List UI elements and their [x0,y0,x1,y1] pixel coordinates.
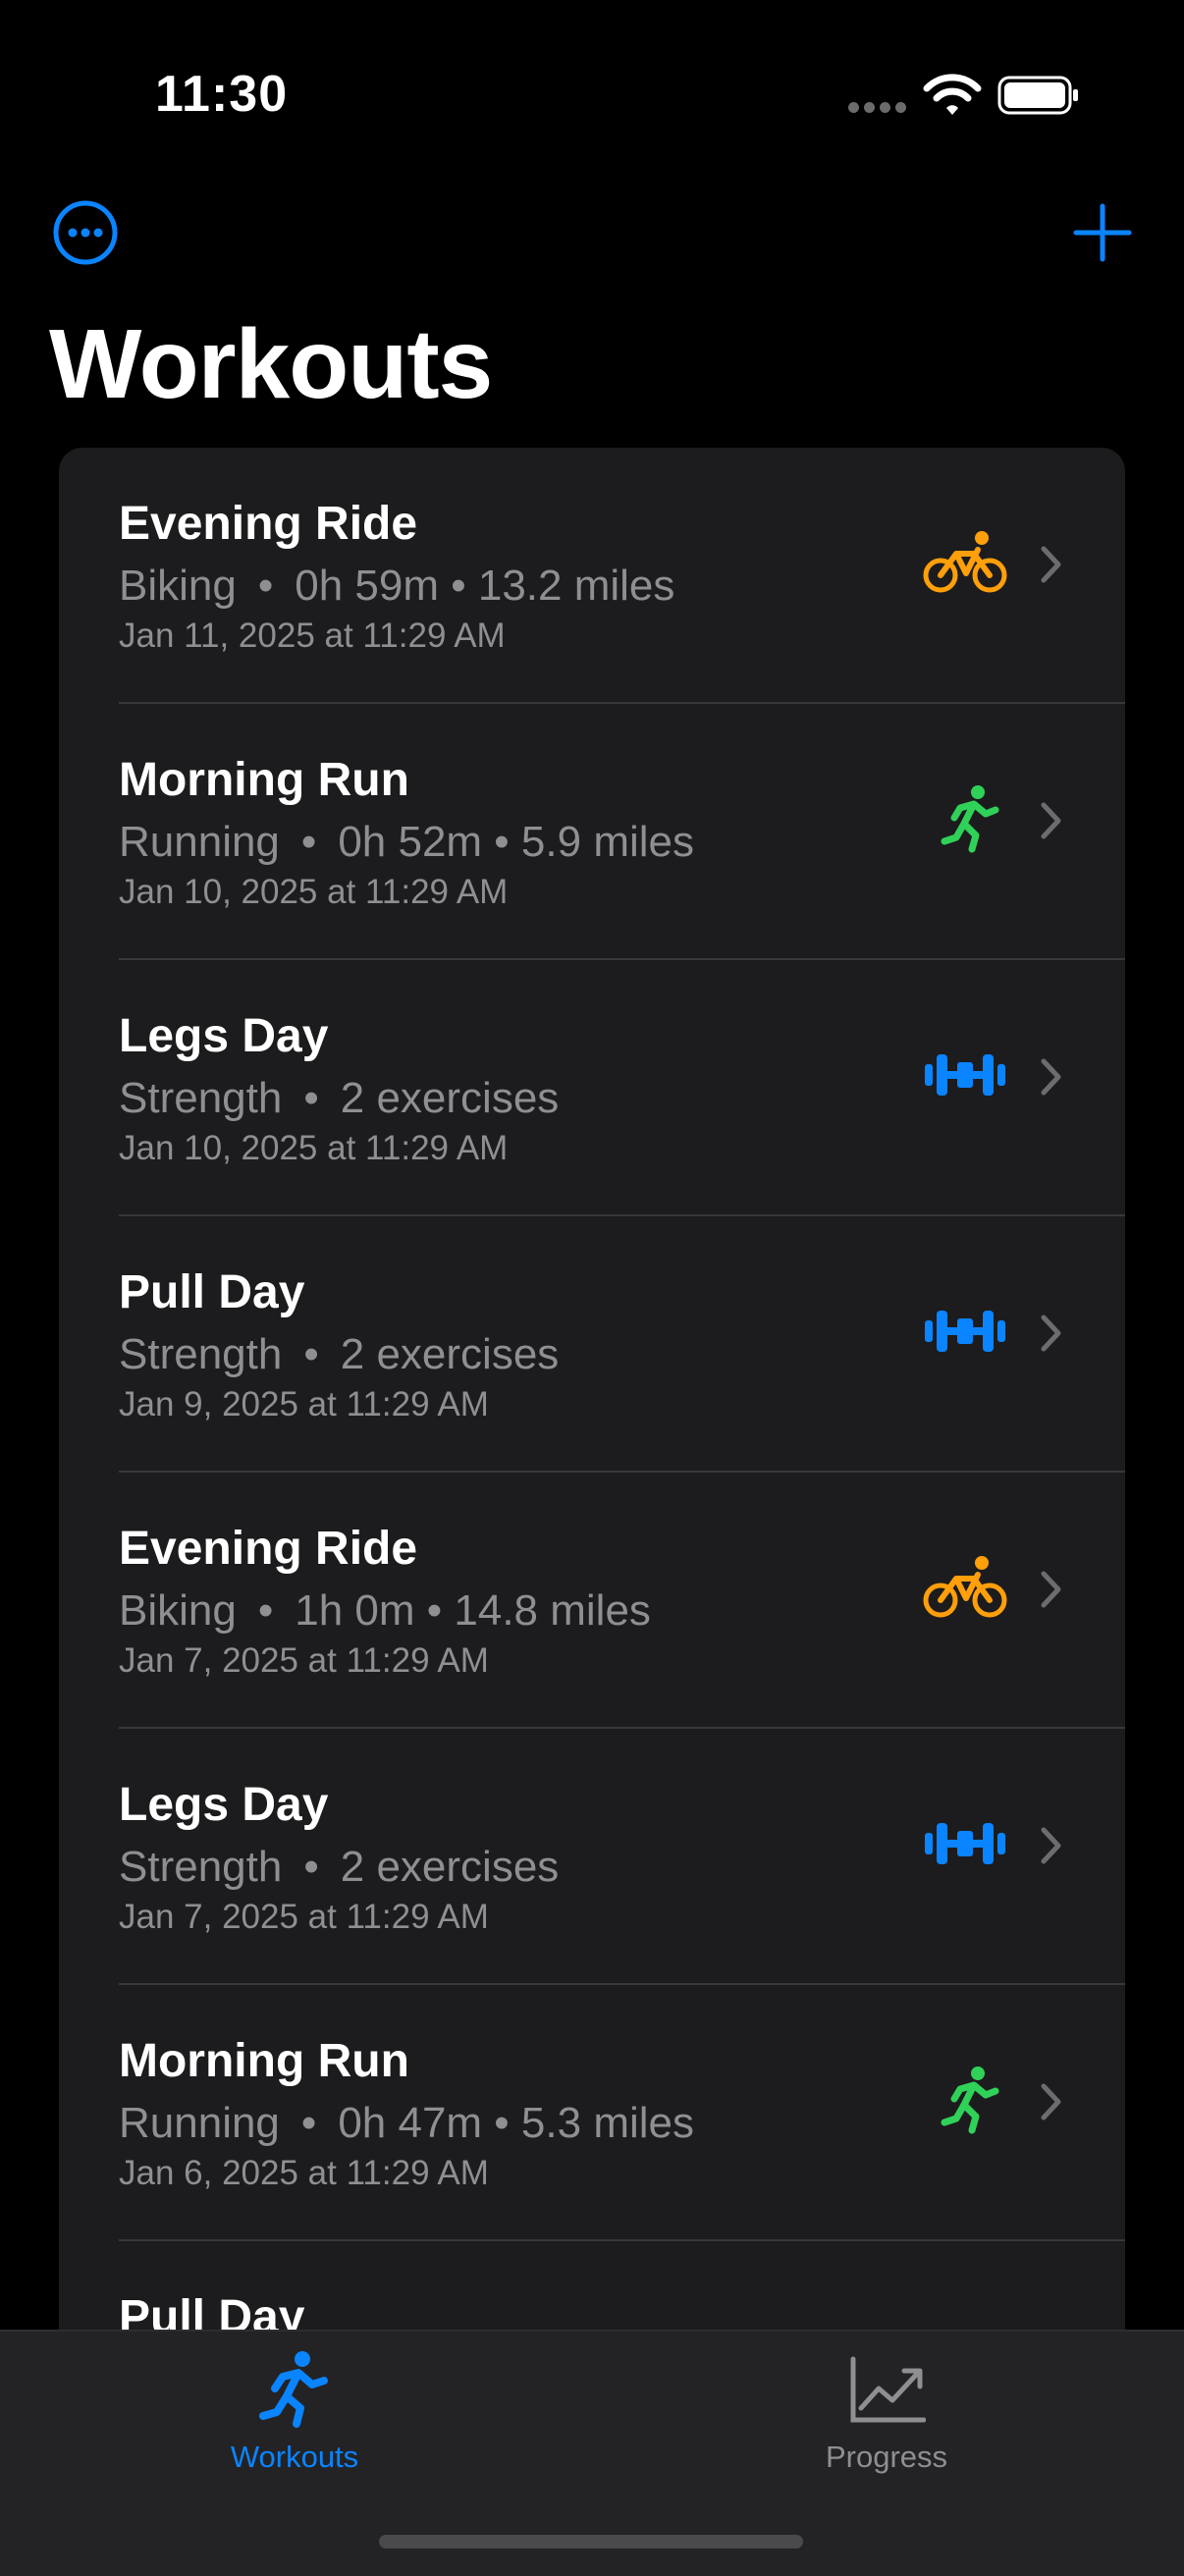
workout-detail: Running • 0h 47m • 5.3 miles [119,2099,694,2147]
tab-progress[interactable]: Progress [739,2332,1034,2489]
workout-stats: 2 exercises [340,1843,560,1891]
plus-icon [1073,203,1132,262]
workout-detail: Running • 0h 52m • 5.9 miles [119,818,694,866]
chevron-right-icon [1041,1827,1061,1864]
chevron-right-icon [1041,1058,1061,1096]
bicycle-icon [923,1556,1007,1618]
dumbbell-icon [925,1311,1005,1352]
workout-type: Running [119,818,280,866]
tab-label: Workouts [230,2440,359,2474]
workout-date: Jan 10, 2025 at 11:29 AM [119,1129,509,1167]
dumbbell-icon [925,1823,1005,1864]
workout-name: Pull Day [119,1266,305,1318]
add-workout-button[interactable] [1070,200,1135,265]
workout-name: Evening Ride [119,498,418,550]
workout-date: Jan 9, 2025 at 11:29 AM [119,1385,489,1423]
tab-workouts[interactable]: Workouts [147,2332,442,2489]
workout-list[interactable]: Evening Ride Biking • 0h 59m • 13.2 miles … [59,448,1125,2333]
workout-detail: Biking • 0h 59m • 13.2 miles [119,562,675,610]
workout-name: Morning Run [119,2035,409,2087]
running-figure-icon [259,2351,328,2428]
workout-type: Strength [119,1074,283,1122]
workout-row[interactable]: Morning Run Running • 0h 47m • 5.3 miles J… [59,1985,1125,2241]
workout-date: Jan 7, 2025 at 11:29 AM [119,1898,489,1936]
workout-name: Legs Day [119,1779,329,1831]
workout-row[interactable]: Evening Ride Biking • 0h 59m • 13.2 miles … [59,448,1125,704]
tab-label: Progress [825,2440,948,2474]
workout-date: Jan 10, 2025 at 11:29 AM [119,873,509,911]
chevron-right-icon [1041,2083,1061,2120]
workout-stats: 1h 0m • 14.8 miles [295,1586,651,1635]
chevron-right-icon [1041,1315,1061,1352]
ellipsis-circle-icon [53,200,118,265]
workout-date: Jan 7, 2025 at 11:29 AM [119,1641,489,1680]
wifi-icon [923,74,982,115]
workout-stats: 2 exercises [340,1074,560,1122]
workout-type: Biking [119,562,237,610]
workout-row[interactable]: Pull Day Strength • 2 exercises Jan 9, 202… [59,1216,1125,1473]
battery-icon [997,76,1078,115]
chevron-right-icon [1041,546,1061,583]
workout-stats: 0h 47m • 5.3 miles [338,2099,694,2147]
workout-row[interactable]: Legs Day Strength • 2 exercises Jan 10, 20… [59,960,1125,1216]
dumbbell-icon [925,1054,1005,1096]
workout-name: Evening Ride [119,1523,418,1575]
more-options-button[interactable] [51,198,120,267]
workout-row[interactable]: Morning Run Running • 0h 52m • 5.9 miles J… [59,704,1125,960]
running-icon [941,785,999,853]
chevron-right-icon [1041,802,1061,839]
workout-row[interactable]: Evening Ride Biking • 1h 0m • 14.8 miles J… [59,1473,1125,1729]
workout-type: Running [119,2099,280,2147]
workout-date: Jan 6, 2025 at 11:29 AM [119,2154,489,2192]
workout-row[interactable]: Legs Day Strength • 2 exercises Jan 7, 202… [59,1729,1125,1985]
workout-stats: 2 exercises [340,1330,560,1378]
workout-detail: Strength • 2 exercises [119,1330,560,1378]
workout-row[interactable]: Pull Day [59,2241,1125,2333]
workout-name: Pull Day [119,2291,305,2333]
page-title: Workouts [49,309,493,419]
workout-type: Biking [119,1586,237,1635]
workout-stats: 0h 59m • 13.2 miles [295,562,675,610]
workout-type: Strength [119,1843,283,1891]
workout-detail: Strength • 2 exercises [119,1074,560,1122]
running-icon [941,2066,999,2134]
workout-name: Morning Run [119,754,409,806]
workout-type: Strength [119,1330,283,1378]
chart-line-uptrend-icon [850,2356,926,2423]
home-indicator[interactable] [379,2535,803,2549]
status-time: 11:30 [155,66,289,123]
workout-detail: Strength • 2 exercises [119,1843,560,1891]
workout-name: Legs Day [119,1010,329,1062]
workout-detail: Biking • 1h 0m • 14.8 miles [119,1586,651,1635]
workout-stats: 0h 52m • 5.9 miles [338,818,694,866]
bicycle-icon [923,531,1007,593]
chevron-right-icon [1041,1571,1061,1608]
workout-date: Jan 11, 2025 at 11:29 AM [119,617,506,655]
cellular-signal-icon [848,102,907,116]
status-bar: 11:30 [0,0,1184,187]
